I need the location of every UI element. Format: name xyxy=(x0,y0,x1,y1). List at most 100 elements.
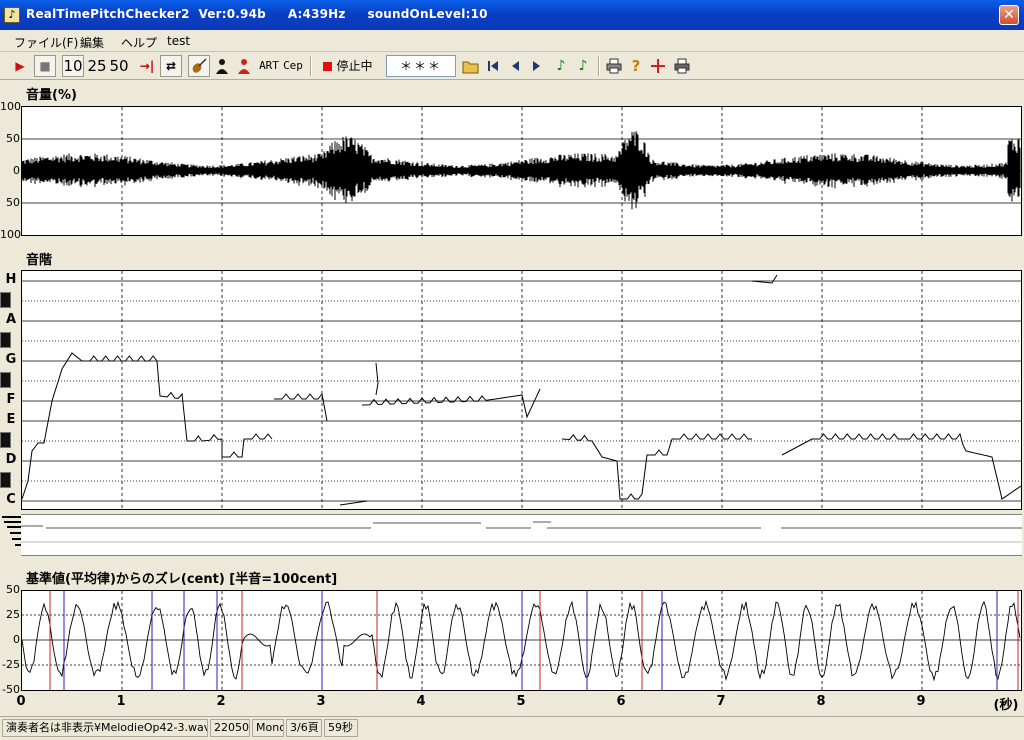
x-axis-unit: (秒) xyxy=(993,698,1019,713)
close-button[interactable]: ✕ xyxy=(999,5,1019,25)
note-green-icon: ♪ xyxy=(556,58,566,74)
person-black-icon xyxy=(216,59,228,74)
scale-plot[interactable] xyxy=(21,270,1022,510)
piano-key xyxy=(0,332,11,348)
status-file: 演奏者名は非表示¥MelodieOp42-3.wav xyxy=(2,719,208,737)
note-label-d: D xyxy=(5,452,17,467)
status-bar: 演奏者名は非表示¥MelodieOp42-3.wav 22050 Mono 3/… xyxy=(0,716,1024,740)
volume-ylabel: 100 xyxy=(0,100,21,113)
menu-file[interactable]: ファイル(F) xyxy=(14,34,78,51)
note-label-e: E xyxy=(6,412,16,427)
skip-start-button[interactable] xyxy=(484,55,502,77)
step-forward-icon xyxy=(533,61,540,71)
cent-deviation-trace xyxy=(22,591,1021,690)
open-folder-button[interactable] xyxy=(460,55,482,77)
loop-button[interactable]: ⇄ xyxy=(160,55,182,77)
folder-open-icon xyxy=(462,61,479,74)
menu-help[interactable]: ヘルプ xyxy=(121,34,157,51)
speed-10-button[interactable]: 10 xyxy=(62,55,84,77)
speed-25-button[interactable]: 25 xyxy=(86,55,108,77)
menu-bar: ファイル(F) 編集 ヘルプ test xyxy=(0,30,1024,52)
stop-icon: ■ xyxy=(39,59,51,73)
menu-test[interactable]: test xyxy=(167,34,190,48)
play-icon: ▶ xyxy=(15,59,25,73)
printer-button[interactable] xyxy=(672,55,692,77)
note-green-button[interactable]: ♪ xyxy=(552,55,570,77)
note-green2-button[interactable]: ♪ xyxy=(574,55,592,77)
note-label-h: H xyxy=(5,272,17,287)
record-button[interactable]: 停止中 xyxy=(316,55,380,77)
violin-icon xyxy=(192,58,207,73)
cent-panel-title: 基準値(平均律)からのズレ(cent) [半音=100cent] xyxy=(26,572,338,587)
x-tick: 5 xyxy=(516,694,526,709)
step-forward-button[interactable] xyxy=(528,55,546,77)
menu-edit[interactable]: 編集 xyxy=(80,34,104,51)
jump-end-button[interactable]: →| xyxy=(136,55,158,77)
pitch-trace xyxy=(22,271,1021,509)
scale-panel-title: 音階 xyxy=(26,253,53,268)
marker-lines xyxy=(21,514,1022,556)
stop-button[interactable]: ■ xyxy=(34,55,56,77)
title-bar: ♪ RealTimePitchChecker2 Ver:0.94b A:439H… xyxy=(0,0,1024,30)
marker-strip[interactable] xyxy=(21,514,1022,556)
printer-icon xyxy=(674,58,690,74)
app-icon: ♪ xyxy=(4,7,20,23)
speed-50-button[interactable]: 50 xyxy=(108,55,130,77)
x-tick: 2 xyxy=(216,694,226,709)
note-label-a: A xyxy=(5,312,17,327)
volume-panel-title: 音量(%) xyxy=(26,88,77,103)
x-tick: 9 xyxy=(916,694,926,709)
art-button[interactable]: ART xyxy=(258,55,280,77)
marker-dots xyxy=(2,516,21,546)
x-tick: 4 xyxy=(416,694,426,709)
print-button[interactable] xyxy=(604,55,624,77)
print-icon xyxy=(606,58,622,74)
help-icon: ? xyxy=(631,57,641,75)
record-icon xyxy=(323,62,333,71)
cent-ylabel: 50 xyxy=(6,583,20,596)
toolbar-separator xyxy=(598,56,600,76)
status-rate: 22050 xyxy=(210,719,250,737)
cent-ylabel: -25 xyxy=(2,658,20,671)
piano-key xyxy=(0,292,11,308)
record-status-label: 停止中 xyxy=(336,59,373,73)
step-back-button[interactable] xyxy=(506,55,524,77)
play-button[interactable]: ▶ xyxy=(10,55,30,77)
violin-button[interactable] xyxy=(188,55,210,77)
person-red-button[interactable] xyxy=(234,55,254,77)
volume-ylabel: 50 xyxy=(6,196,20,209)
cent-plot[interactable] xyxy=(21,590,1022,691)
note-label-g: G xyxy=(5,352,17,367)
cep-button[interactable]: Cep xyxy=(282,55,304,77)
x-tick: 7 xyxy=(716,694,726,709)
cent-ylabel: 25 xyxy=(6,608,20,621)
x-tick: 1 xyxy=(116,694,126,709)
person-black-button[interactable] xyxy=(212,55,232,77)
volume-plot[interactable] xyxy=(21,106,1022,236)
status-channels: Mono xyxy=(252,719,284,737)
x-tick: 6 xyxy=(616,694,626,709)
volume-ylabel: 50 xyxy=(6,132,20,145)
volume-ylabel: 0 xyxy=(13,164,20,177)
jump-end-icon: →| xyxy=(139,59,155,73)
loop-icon: ⇄ xyxy=(165,59,177,73)
note-display: ＊＊＊ xyxy=(386,55,456,77)
toolbar: ▶ ■ 10 25 50 →| ⇄ ART Cep 停止中 ＊＊＊ ♪ ♪ ? xyxy=(0,52,1024,80)
note-label-c: C xyxy=(6,492,16,507)
x-tick: 8 xyxy=(816,694,826,709)
note-label-f: F xyxy=(6,392,16,407)
piano-key xyxy=(0,372,11,388)
volume-waveform xyxy=(22,107,1021,235)
piano-key xyxy=(0,432,11,448)
x-tick: 3 xyxy=(316,694,326,709)
marker-strip-labels xyxy=(0,514,21,556)
status-duration: 59秒 xyxy=(324,719,358,737)
piano-key xyxy=(0,472,11,488)
step-back-icon xyxy=(512,61,519,71)
marker-button[interactable] xyxy=(648,55,668,77)
toolbar-separator xyxy=(310,56,312,76)
window-title: RealTimePitchChecker2 Ver:0.94b A:439Hz … xyxy=(26,7,488,21)
person-red-icon xyxy=(238,59,250,74)
skip-start-icon xyxy=(488,61,498,71)
help-button[interactable]: ? xyxy=(626,55,646,77)
